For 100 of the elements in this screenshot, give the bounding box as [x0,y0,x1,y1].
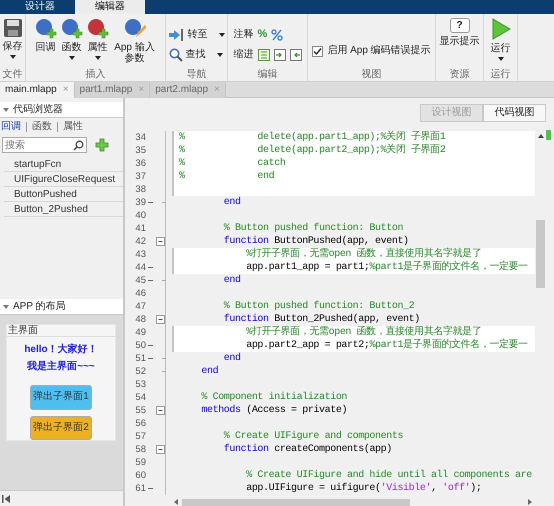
uncomment-icon[interactable] [271,29,284,41]
line-number: 45 [134,274,146,287]
editor-tab[interactable]: 编辑器 [75,0,145,14]
tool-label[interactable]: 缩进 [234,49,254,61]
app-button[interactable]: 弹出子界面1 [30,385,92,410]
ribbon-button[interactable]: 运行 [488,17,512,69]
add-icon[interactable] [95,138,109,152]
line-number: 52 [134,365,146,378]
collapse-icon[interactable] [156,315,164,324]
code-line: end [222,196,242,209]
group-label: 插入 [84,69,106,81]
group-label: 文件 [2,69,23,81]
function-icon [60,18,82,39]
status-indicator [546,130,551,140]
window-title: 主界面 [7,325,115,337]
ribbon-button[interactable]: 查找 [168,45,226,65]
browser-tab[interactable]: 属性 [57,122,88,132]
line-number: 43 [134,248,146,261]
line-number: 54 [134,391,146,404]
callback-item[interactable]: startupFcn [4,157,123,172]
save-icon [2,18,22,38]
callback-item[interactable]: UIFigureCloseRequest [4,172,123,187]
code-line: % Button pushed function: Button_2 [222,300,416,313]
file-tab[interactable]: part1.mlapp × [74,82,150,98]
horizontal-scrollbar-thumb[interactable] [182,498,410,506]
line-number: 46 [134,287,146,300]
breakpoint-marker[interactable] [148,280,153,281]
ribbon-button[interactable]: 转至 [168,25,226,45]
line-number: 59 [134,456,146,469]
line-number: 34 [134,131,146,144]
collapse-icon[interactable] [156,445,164,454]
browser-tab[interactable]: 函数 [26,122,57,132]
search-icon [168,48,182,62]
line-number: 57 [134,430,146,443]
run-icon [490,18,510,40]
line-number: 49 [134,326,146,339]
panel-header[interactable]: 代码浏览器 [0,102,123,118]
view-toggle-button[interactable]: 代码视图 [483,104,546,122]
ribbon-button[interactable]: 属性 [84,17,110,69]
line-number: 37 [134,170,146,183]
code-line: end [222,274,242,287]
checkbox[interactable] [312,46,324,56]
triangle-icon[interactable] [3,304,9,308]
breakpoint-marker[interactable] [148,202,153,203]
code-line: function Button_2Pushed(app, event) [222,313,421,326]
line-number: 42 [134,235,146,248]
breakpoint-marker[interactable] [148,267,153,268]
group-label: 资源 [448,69,470,81]
collapse-icon[interactable] [156,237,164,246]
checkbox-label: 启用 App 编码错误提示 [327,45,431,57]
panel-header[interactable]: APP 的布局 [0,299,123,315]
callback-item[interactable]: Button_2Pushed [4,202,123,217]
line-number: 48 [134,313,146,326]
line-number: 38 [134,183,146,196]
file-tab[interactable]: main.mlapp × [0,82,75,98]
breakpoint-marker[interactable] [148,488,153,489]
collapse-icon[interactable] [156,406,164,415]
vertical-scrollbar-thumb[interactable] [536,220,545,288]
line-number: 50 [134,339,146,352]
outdent-icon[interactable] [290,49,302,61]
help-icon: ? [450,18,470,33]
breakpoint-marker[interactable] [148,358,153,359]
line-number: 44 [134,261,146,274]
ribbon-button[interactable]: 函数 [58,17,84,69]
ribbon-button[interactable]: ? 显示提示 [438,17,482,69]
callback-item[interactable]: ButtonPushed [4,187,123,202]
line-number: 60 [134,469,146,482]
group-label: 视图 [360,69,382,81]
search-field[interactable]: 搜索 [2,137,87,153]
line-number: 56 [134,417,146,430]
skip-back-icon[interactable] [2,494,11,502]
line-number: 39 [134,196,146,209]
scroll-left-icon [174,499,178,505]
line-number: 47 [134,300,146,313]
ribbon-button[interactable]: 保存 [0,17,24,69]
group-label: 编辑 [256,69,278,81]
browser-tab[interactable]: 回调 [0,119,26,135]
file-tab[interactable]: part2.mlapp × [150,82,226,98]
indent-icon[interactable] [274,49,286,61]
ribbon-button[interactable]: App 输入参数 [110,17,158,69]
triangle-icon[interactable] [3,108,9,112]
go-to-icon [168,29,184,41]
code-line: end [200,365,220,378]
code-line: % Component initialization [200,391,348,404]
app-button[interactable]: 弹出子界面2 [30,416,92,440]
indent-icon[interactable] [258,49,270,61]
code-line: % Create UIFigure and hide until all components are [245,469,533,482]
line-number: 61 [134,482,146,495]
app-label: 我是主界面~~~ [27,361,95,373]
breakpoint-marker[interactable] [148,345,153,346]
scroll-right-icon [528,499,532,505]
editor-tab[interactable]: 设计器 [5,0,75,14]
line-number: 41 [134,222,146,235]
tool-label[interactable]: 注释 [234,29,254,41]
search-icon [73,140,84,151]
callback-icon [34,18,56,39]
panel-title: APP 的布局 [13,300,66,312]
line-number: 35 [134,144,146,157]
ribbon-button[interactable]: 回调 [32,17,58,69]
scroll-up-icon [538,134,544,138]
